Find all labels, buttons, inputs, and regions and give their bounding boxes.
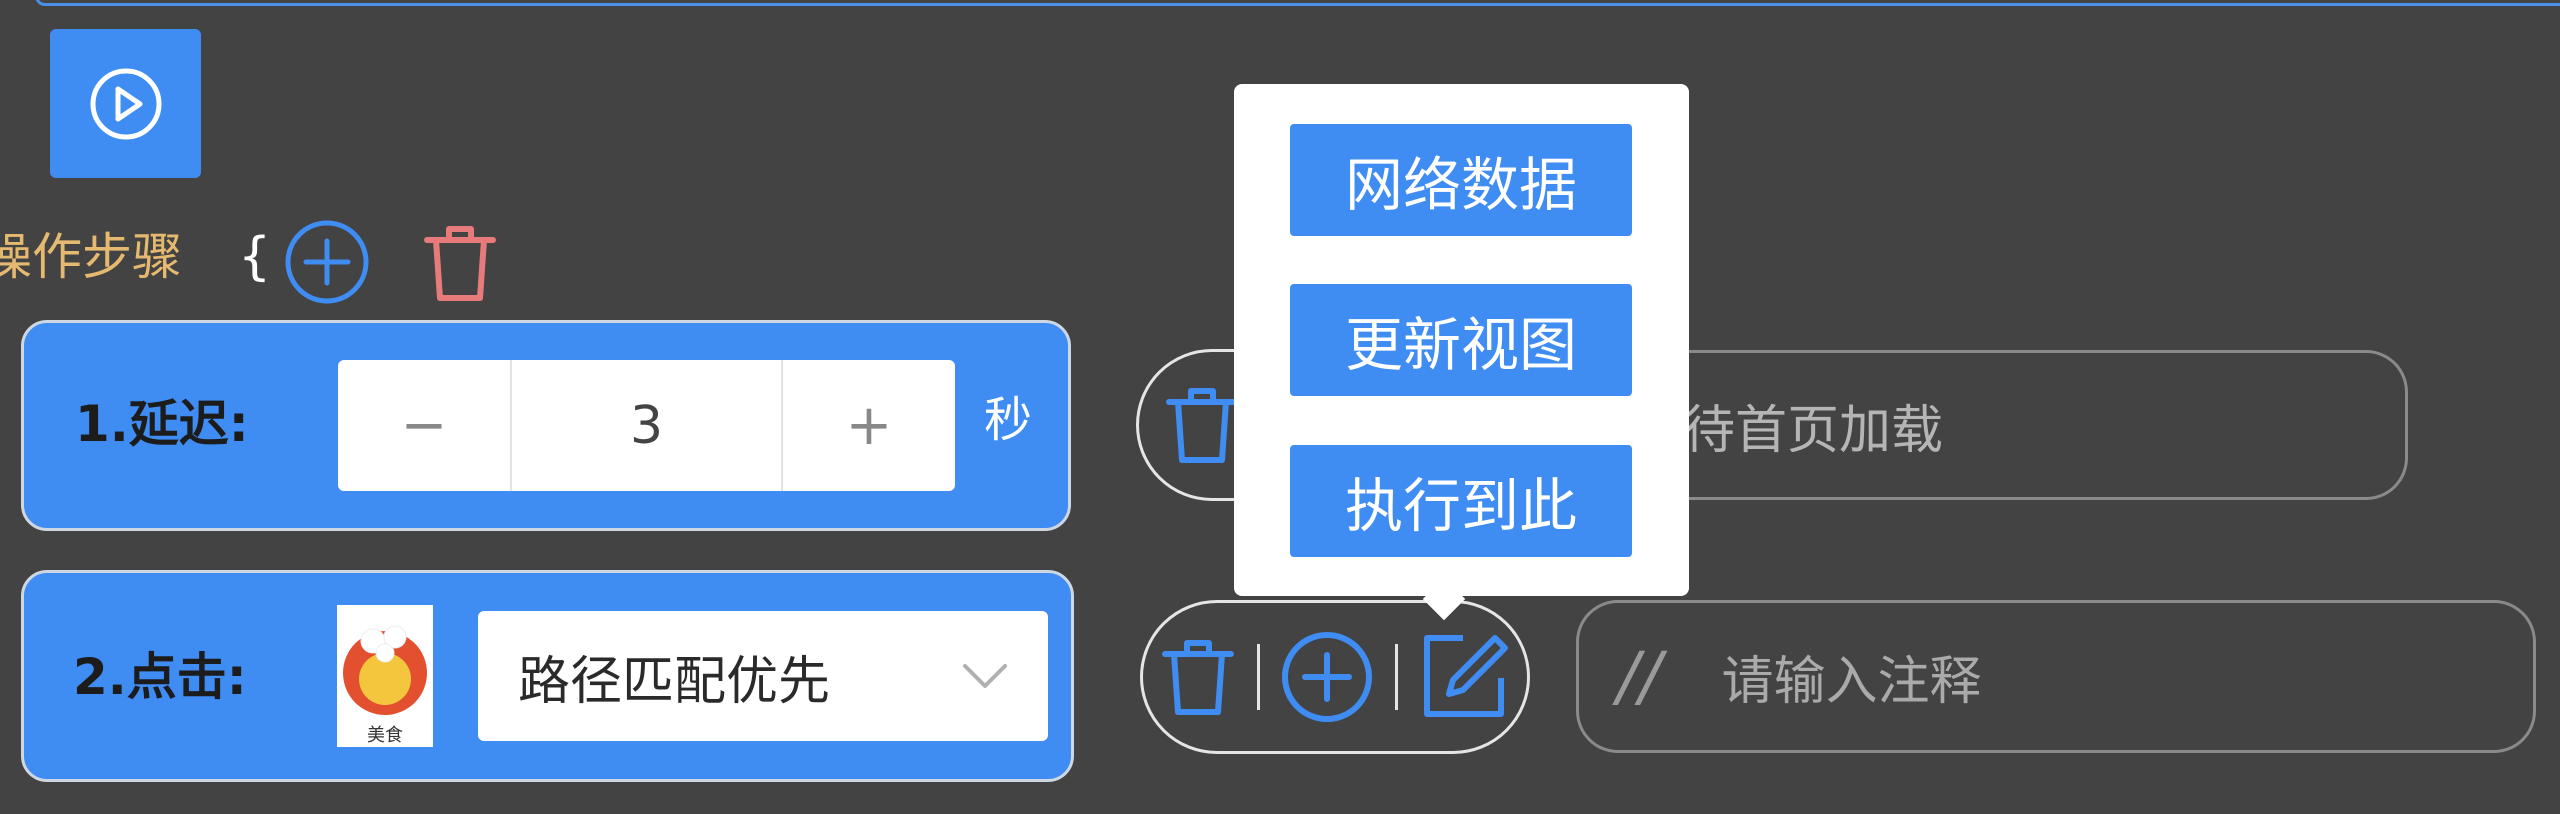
- edit-step-button[interactable]: [1419, 632, 1509, 722]
- section-title: 操作步骤: [0, 228, 182, 286]
- comment-prefix: //: [1617, 638, 1662, 715]
- delay-stepper: − 3 +: [338, 360, 955, 491]
- network-data-button[interactable]: 网络数据: [1290, 124, 1632, 236]
- delete-step-button[interactable]: [1165, 384, 1239, 466]
- step-label: 1.延迟:: [75, 395, 249, 453]
- delete-section-button[interactable]: [418, 220, 502, 306]
- edit-popover: 网络数据 更新视图 执行到此: [1234, 84, 1689, 621]
- play-circle-icon: [90, 68, 161, 139]
- trash-icon: [1162, 640, 1234, 715]
- step-label: 2.点击:: [73, 648, 247, 706]
- delay-value-input[interactable]: 3: [512, 360, 781, 491]
- trash-icon: [1166, 388, 1238, 463]
- section-brace: {: [238, 227, 272, 287]
- plus-circle-icon: [285, 220, 369, 304]
- insert-step-button[interactable]: [1281, 631, 1373, 723]
- separator: [1394, 644, 1398, 710]
- run-button[interactable]: [50, 29, 201, 178]
- trash-icon: [424, 226, 496, 301]
- unit-label: 秒: [984, 392, 1033, 448]
- note-placeholder: 请输入注释: [1721, 652, 1982, 712]
- delete-step-button[interactable]: [1161, 636, 1235, 718]
- note-text: 待首页加载: [1683, 400, 1944, 461]
- separator: [1256, 644, 1260, 710]
- decrement-button[interactable]: −: [338, 360, 512, 491]
- step-actions: [1140, 600, 1530, 754]
- note-input[interactable]: // 请输入注释: [1576, 600, 2536, 753]
- match-mode-select[interactable]: 路径匹配优先: [478, 611, 1048, 741]
- thumbnail-caption: 美食: [367, 725, 403, 746]
- update-view-button[interactable]: 更新视图: [1290, 284, 1632, 396]
- run-to-here-button[interactable]: 执行到此: [1290, 445, 1632, 557]
- top-container-edge: [35, 0, 2560, 6]
- add-step-button[interactable]: [284, 219, 370, 305]
- plus-circle-icon: [1282, 632, 1372, 722]
- edit-icon: [1424, 635, 1508, 717]
- increment-button[interactable]: +: [781, 360, 955, 491]
- select-value: 路径匹配优先: [518, 651, 831, 712]
- app-thumbnail: 美食: [337, 605, 433, 747]
- chevron-down-icon: [963, 664, 1007, 688]
